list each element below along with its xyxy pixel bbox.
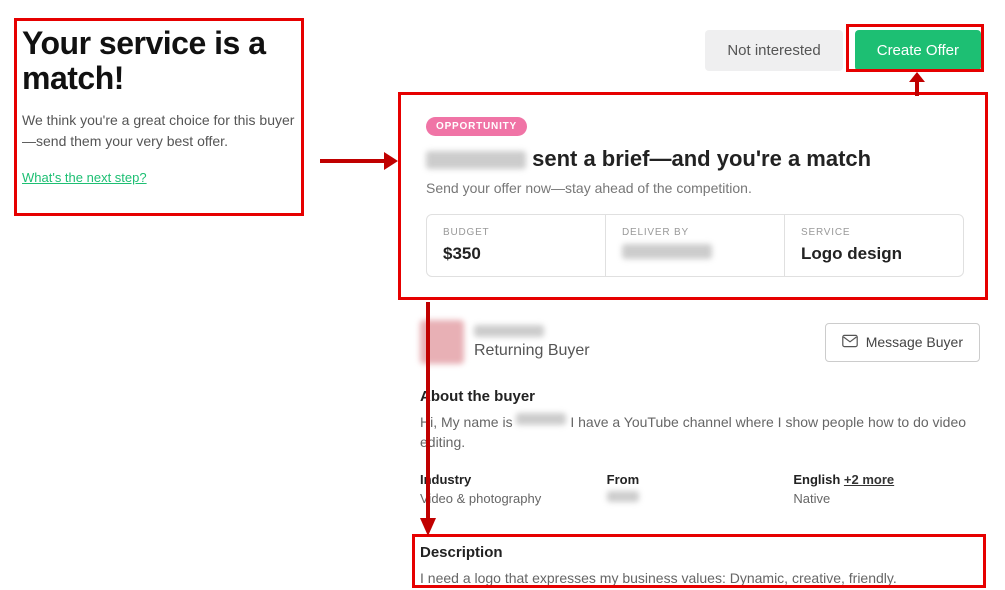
intro-panel: Your service is a match! We think you're… — [22, 26, 302, 187]
metric-service: SERVICE Logo design — [785, 215, 963, 276]
page-title: Your service is a match! — [22, 26, 302, 96]
metric-deliver: DELIVER BY x — [606, 215, 785, 276]
buyer-header: x Returning Buyer Message Buyer — [420, 320, 980, 364]
buyer-name-redacted: x — [426, 151, 526, 169]
attr-from: From x — [607, 472, 794, 506]
brief-title: x sent a brief—and you're a match — [426, 146, 964, 172]
brief-metrics: BUDGET $350 DELIVER BY x SERVICE Logo de… — [426, 214, 964, 277]
metric-value: x — [622, 244, 768, 264]
metric-label: SERVICE — [801, 227, 947, 238]
page-subtitle: We think you're a great choice for this … — [22, 110, 302, 151]
attr-industry: Industry Video & photography — [420, 472, 607, 506]
metric-value: $350 — [443, 244, 589, 264]
metric-label: DELIVER BY — [622, 227, 768, 238]
attr-language: English +2 more Native — [793, 472, 980, 506]
more-languages-link[interactable]: +2 more — [844, 472, 894, 487]
avatar — [420, 320, 464, 364]
envelope-icon — [842, 334, 858, 351]
create-offer-button[interactable]: Create Offer — [855, 30, 981, 71]
section-title: About the buyer — [420, 388, 980, 405]
buyer-tag: Returning Buyer — [474, 342, 590, 360]
section-title: Description — [420, 544, 982, 561]
description-text: I need a logo that expresses my business… — [420, 569, 982, 589]
name-redacted: x — [516, 413, 566, 425]
buyer-attributes: Industry Video & photography From x Engl… — [420, 472, 980, 506]
next-step-link[interactable]: What's the next step? — [22, 170, 147, 185]
buyer-name-redacted: x — [474, 325, 544, 337]
action-bar: Not interested Create Offer — [705, 30, 981, 71]
brief-subtitle: Send your offer now—stay ahead of the co… — [426, 180, 964, 196]
arrow-icon — [318, 146, 398, 176]
about-buyer-section: About the buyer Hi, My name is x I have … — [420, 388, 980, 452]
arrow-icon — [904, 72, 930, 96]
metric-value: Logo design — [801, 244, 947, 264]
opportunity-card: OPPORTUNITY x sent a brief—and you're a … — [408, 100, 982, 277]
not-interested-button[interactable]: Not interested — [705, 30, 842, 71]
metric-label: BUDGET — [443, 227, 589, 238]
description-section: Description I need a logo that expresses… — [420, 540, 982, 589]
opportunity-badge: OPPORTUNITY — [426, 117, 527, 136]
message-buyer-button[interactable]: Message Buyer — [825, 323, 980, 362]
about-text: Hi, My name is x I have a YouTube channe… — [420, 413, 980, 452]
metric-budget: BUDGET $350 — [427, 215, 606, 276]
